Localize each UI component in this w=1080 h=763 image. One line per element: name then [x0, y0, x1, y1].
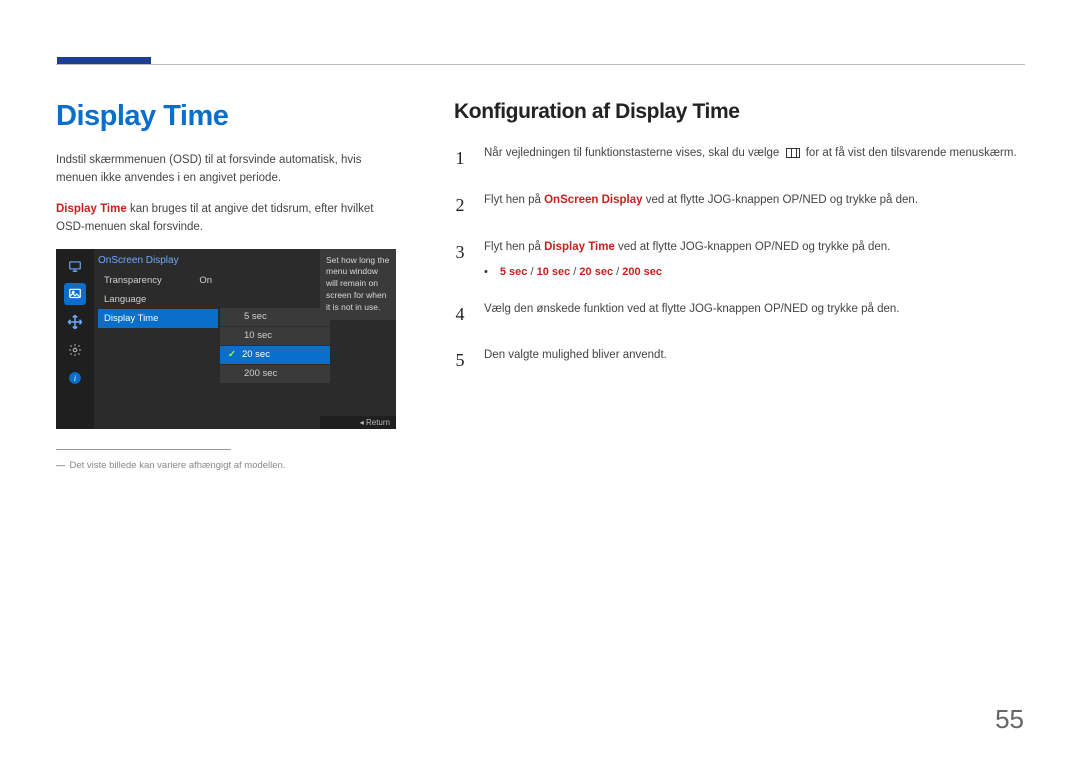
- check-icon: ✓: [228, 349, 236, 360]
- page-content: Display Time Indstil skærmmenuen (OSD) t…: [56, 100, 1024, 471]
- left-column: Display Time Indstil skærmmenuen (OSD) t…: [56, 100, 396, 471]
- footnote: ― Det viste billede kan variere afhængigt…: [56, 460, 396, 471]
- step-number: 4: [454, 300, 466, 329]
- picture-icon: [64, 283, 86, 305]
- monitor-icon: [64, 255, 86, 277]
- osd-item-label: Display Time: [104, 313, 158, 324]
- intro-paragraph: Indstil skærmmenuen (OSD) til at forsvin…: [56, 151, 396, 188]
- step-body: Flyt hen på Display Time ved at flytte J…: [484, 238, 1024, 282]
- osd-screenshot: i OnScreen Display Transparency On Langu…: [56, 249, 396, 429]
- osd-item-value: On: [199, 275, 212, 286]
- page-number: 55: [995, 704, 1024, 735]
- gear-icon: [64, 339, 86, 361]
- step-body: Den valgte mulighed bliver anvendt.: [484, 346, 1024, 375]
- bullet-dot: •: [484, 264, 488, 282]
- osd-item-label: Transparency: [104, 275, 162, 286]
- footnote-text: Det viste billede kan variere afhængigt …: [70, 460, 286, 471]
- step-number: 5: [454, 346, 466, 375]
- menu-button-icon: [786, 148, 800, 158]
- osd-option-5sec: 5 sec: [220, 308, 330, 327]
- right-column: Konfiguration af Display Time 1 Når vejl…: [454, 100, 1024, 471]
- step-4: 4 Vælg den ønskede funktion ved at flytt…: [454, 300, 1024, 329]
- osd-item-label: Language: [104, 294, 146, 305]
- options-bullet: • 5 sec / 10 sec / 20 sec / 200 sec: [484, 264, 1024, 282]
- arrows-icon: [64, 311, 86, 333]
- step-body: Flyt hen på OnScreen Display ved at flyt…: [484, 191, 1024, 220]
- osd-menu-list: Transparency On Language Display Time: [98, 271, 218, 328]
- step-body: Når vejledningen til funktionstasterne v…: [484, 144, 1024, 173]
- osd-row-language: Language: [98, 290, 218, 309]
- step-5: 5 Den valgte mulighed bliver anvendt.: [454, 346, 1024, 375]
- step-2: 2 Flyt hen på OnScreen Display ved at fl…: [454, 191, 1024, 220]
- osd-option-200sec: 200 sec: [220, 365, 330, 384]
- info-icon: i: [64, 367, 86, 389]
- step-number: 3: [454, 238, 466, 282]
- osd-option-20sec: ✓20 sec: [220, 346, 330, 365]
- config-title: Konfiguration af Display Time: [454, 100, 1024, 124]
- osd-row-transparency: Transparency On: [98, 271, 218, 290]
- step-1: 1 Når vejledningen til funktionstasterne…: [454, 144, 1024, 173]
- osd-help-panel: Set how long the menu window will remain…: [320, 249, 396, 320]
- onscreen-display-term: OnScreen Display: [544, 194, 642, 206]
- steps-list: 1 Når vejledningen til funktionstasterne…: [454, 144, 1024, 375]
- desc-paragraph: Display Time kan bruges til at angive de…: [56, 200, 396, 237]
- osd-sidebar: i: [56, 249, 94, 429]
- display-time-term: Display Time: [544, 241, 615, 253]
- display-time-term: Display Time: [56, 203, 127, 215]
- footnote-divider: [56, 449, 231, 450]
- options-list: 5 sec / 10 sec / 20 sec / 200 sec: [500, 264, 662, 282]
- step-body: Vælg den ønskede funktion ved at flytte …: [484, 300, 1024, 329]
- step-number: 1: [454, 144, 466, 173]
- footnote-dash: ―: [56, 460, 66, 471]
- top-divider: [56, 64, 1025, 65]
- step-number: 2: [454, 191, 466, 220]
- osd-return-bar: ◂ Return: [320, 416, 396, 429]
- osd-submenu: 5 sec 10 sec ✓20 sec 200 sec: [220, 308, 330, 384]
- osd-row-display-time: Display Time: [98, 309, 218, 328]
- osd-option-10sec: 10 sec: [220, 327, 330, 346]
- step-3: 3 Flyt hen på Display Time ved at flytte…: [454, 238, 1024, 282]
- section-title: Display Time: [56, 100, 396, 133]
